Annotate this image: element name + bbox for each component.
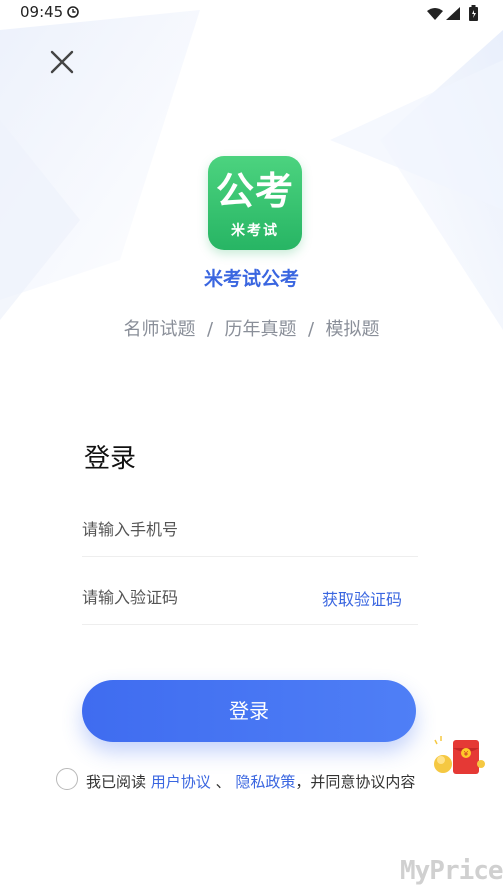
get-code-button[interactable]: 获取验证码 xyxy=(322,586,402,610)
status-bar: 09:45 xyxy=(0,0,503,26)
status-time: 09:45 xyxy=(20,3,64,21)
logo-title: 公考 xyxy=(215,169,294,213)
clock-icon xyxy=(67,6,79,18)
user-agreement-link[interactable]: 用户协议 xyxy=(151,773,211,791)
verification-code-input[interactable] xyxy=(82,582,312,612)
phone-row xyxy=(82,504,418,557)
wifi-icon xyxy=(427,8,443,20)
agreement-suffix: ，并同意协议内容 xyxy=(295,773,416,791)
code-row: 获取验证码 xyxy=(82,572,418,625)
app-logo: 公考 米考试 xyxy=(208,156,302,250)
battery-icon xyxy=(469,5,478,21)
logo-subtitle: 米考试 xyxy=(231,223,279,239)
signal-icon xyxy=(446,7,460,20)
login-button[interactable]: 登录 xyxy=(82,680,416,742)
agreement-text: 我已阅读 用户协议 、 隐私政策，并同意协议内容 xyxy=(86,771,415,792)
agreement-prefix: 我已阅读 xyxy=(86,773,147,791)
app-name: 米考试公考 xyxy=(203,268,299,290)
login-title: 登录 xyxy=(84,444,137,474)
svg-text:¥: ¥ xyxy=(464,750,469,758)
phone-input[interactable] xyxy=(82,514,312,544)
red-packet-icon[interactable]: ¥ xyxy=(431,734,487,778)
agreement-separator: 、 xyxy=(215,773,231,791)
privacy-policy-link[interactable]: 隐私政策 xyxy=(235,773,295,791)
background-decoration xyxy=(0,10,503,330)
watermark: MyPrice xyxy=(400,856,503,886)
close-icon[interactable] xyxy=(44,44,80,80)
tagline: 名师试题 / 历年真题 / 模拟题 xyxy=(123,319,380,340)
agreement-checkbox[interactable] xyxy=(56,768,78,790)
